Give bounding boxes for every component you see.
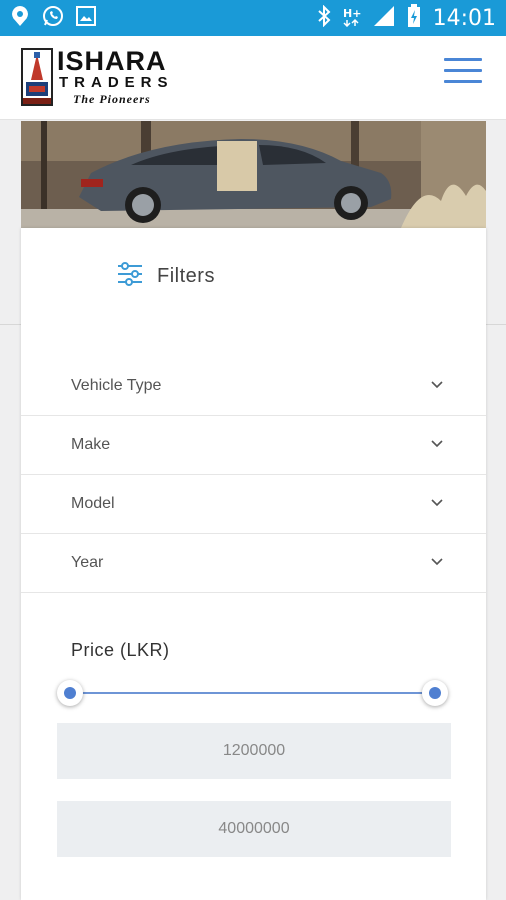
gallery-icon — [76, 5, 96, 31]
sliders-icon — [117, 261, 143, 292]
whatsapp-icon — [42, 5, 64, 32]
select-label: Year — [71, 554, 104, 571]
hero-car-image — [21, 121, 486, 228]
min-price-input[interactable] — [57, 723, 451, 779]
price-slider-min-handle[interactable] — [57, 680, 83, 706]
select-label: Model — [71, 495, 115, 512]
signal-bars-icon — [373, 5, 395, 32]
filters-title: Filters — [157, 264, 215, 287]
logo-emblem — [21, 48, 53, 106]
price-label: Price (LKR) — [71, 640, 170, 660]
max-price-input[interactable] — [57, 801, 451, 857]
filters-panel: Filters Vehicle Type Make Model Year Pri… — [21, 228, 486, 900]
location-chat-icon — [10, 5, 30, 32]
hplus-signal-icon: H+ — [343, 5, 361, 32]
price-slider-track[interactable] — [69, 692, 435, 694]
vehicle-type-select[interactable]: Vehicle Type — [21, 357, 486, 416]
company-logo[interactable]: ISHARA TRADERS The Pioneers — [21, 46, 191, 108]
app-header: ISHARA TRADERS The Pioneers — [0, 36, 506, 120]
logo-name: ISHARA — [57, 46, 167, 76]
select-label: Vehicle Type — [71, 377, 162, 394]
clock: 14:01 — [432, 5, 496, 31]
svg-text:H+: H+ — [343, 7, 361, 20]
chevron-down-icon — [430, 436, 444, 454]
price-slider-max-handle[interactable] — [422, 680, 448, 706]
hamburger-menu-icon[interactable] — [444, 58, 482, 88]
make-select[interactable]: Make — [21, 416, 486, 475]
logo-tagline: The Pioneers — [73, 92, 151, 106]
bluetooth-icon — [317, 4, 331, 32]
status-bar: H+ 14:01 — [0, 0, 506, 36]
chevron-down-icon — [430, 495, 444, 513]
chevron-down-icon — [430, 554, 444, 572]
select-label: Make — [71, 436, 111, 453]
chevron-down-icon — [430, 377, 444, 395]
year-select[interactable]: Year — [21, 534, 486, 593]
filters-header[interactable]: Filters — [21, 228, 486, 324]
battery-charging-icon — [407, 3, 421, 33]
logo-subtitle: TRADERS — [59, 74, 174, 91]
model-select[interactable]: Model — [21, 475, 486, 534]
